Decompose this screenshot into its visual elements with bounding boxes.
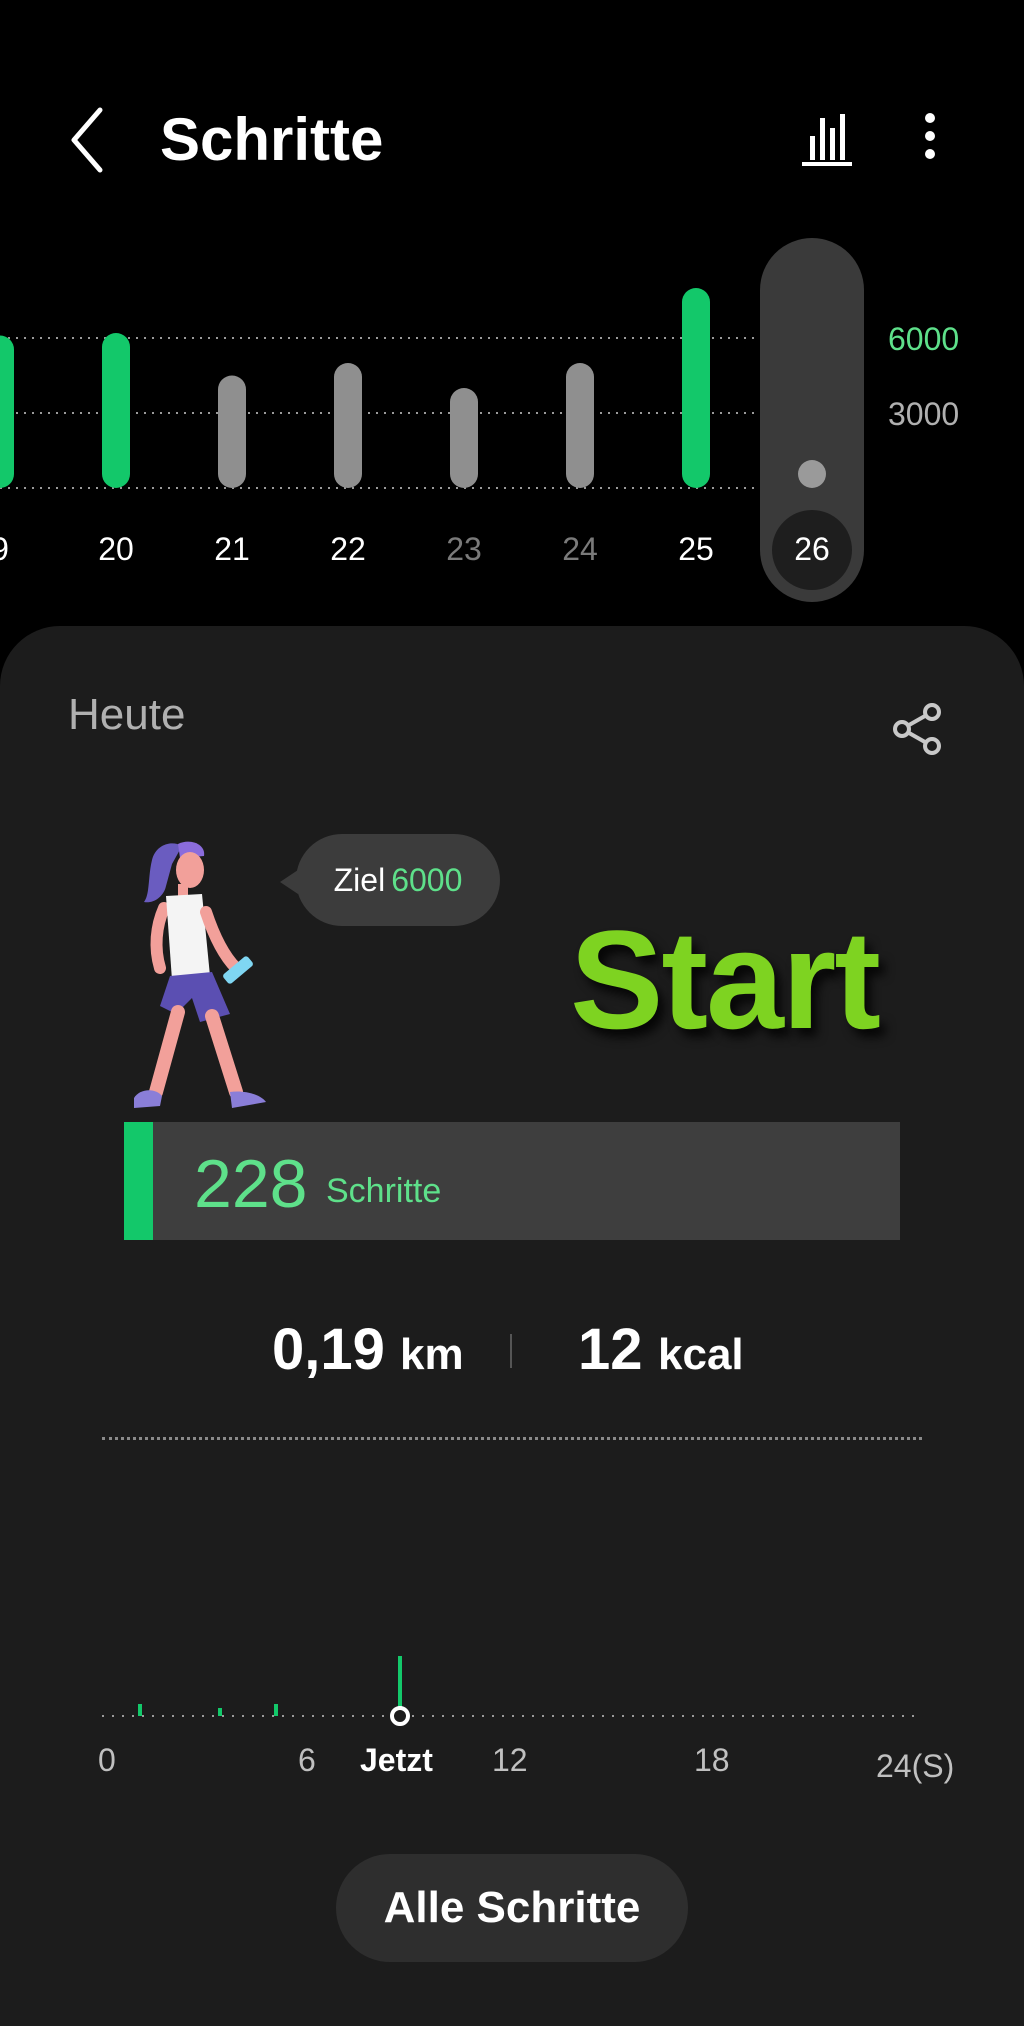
tick-now: Jetzt (360, 1742, 433, 1778)
day-label: 25 (678, 531, 714, 567)
day-label: 20 (98, 531, 134, 567)
day-label: 24 (562, 531, 598, 567)
day-label: 23 (446, 531, 482, 567)
day-label: 21 (214, 531, 250, 567)
calories-value: 12 (578, 1317, 643, 1382)
tick-12: 12 (492, 1742, 528, 1778)
day-label: 9 (0, 531, 9, 567)
today-label: Heute (68, 690, 186, 739)
distance-unit: km (400, 1330, 464, 1379)
day-bar (682, 288, 710, 488)
weekly-steps-chart[interactable]: 6000 3000 9 20 21 22 23 24 25 26 (0, 230, 1024, 610)
goal-bubble: Ziel 6000 (296, 834, 500, 926)
more-vert-icon[interactable] (910, 108, 950, 168)
day-label: 26 (794, 531, 830, 567)
day-bar (566, 363, 594, 488)
goal-label: Ziel (333, 861, 386, 898)
page-title: Schritte (160, 106, 384, 173)
tick-6: 6 (298, 1742, 316, 1778)
start-label: Start (570, 901, 881, 1058)
hour-bar (138, 1704, 142, 1716)
stat-divider (510, 1334, 512, 1368)
back-arrow-icon[interactable] (62, 100, 122, 180)
share-icon[interactable] (888, 700, 946, 758)
y-label-3000: 3000 (888, 396, 959, 432)
steps-unit: Schritte (326, 1172, 442, 1210)
tick-24: 24(S) (876, 1748, 955, 1784)
hour-bar (218, 1708, 222, 1716)
tick-18: 18 (694, 1742, 730, 1778)
now-point (390, 1706, 410, 1726)
calories-unit: kcal (658, 1330, 744, 1379)
goal-value: 6000 (391, 861, 463, 898)
steps-count: 228 (194, 1146, 308, 1222)
all-steps-button[interactable]: Alle Schritte (336, 1854, 688, 1962)
day-bar (0, 335, 14, 488)
walking-person-illustration (134, 841, 266, 1108)
day-bar (102, 333, 130, 488)
hour-bar (274, 1704, 278, 1716)
section-divider (102, 1437, 922, 1440)
steps-progress-fill (124, 1122, 153, 1240)
tick-0: 0 (98, 1742, 116, 1778)
distance-value: 0,19 (272, 1317, 385, 1382)
bar-chart-icon[interactable] (800, 108, 856, 168)
day-bar (334, 363, 362, 488)
day-bar (798, 460, 826, 488)
day-bar (218, 375, 246, 488)
day-label: 22 (330, 531, 366, 567)
day-bar (450, 388, 478, 488)
y-label-6000: 6000 (888, 321, 959, 357)
